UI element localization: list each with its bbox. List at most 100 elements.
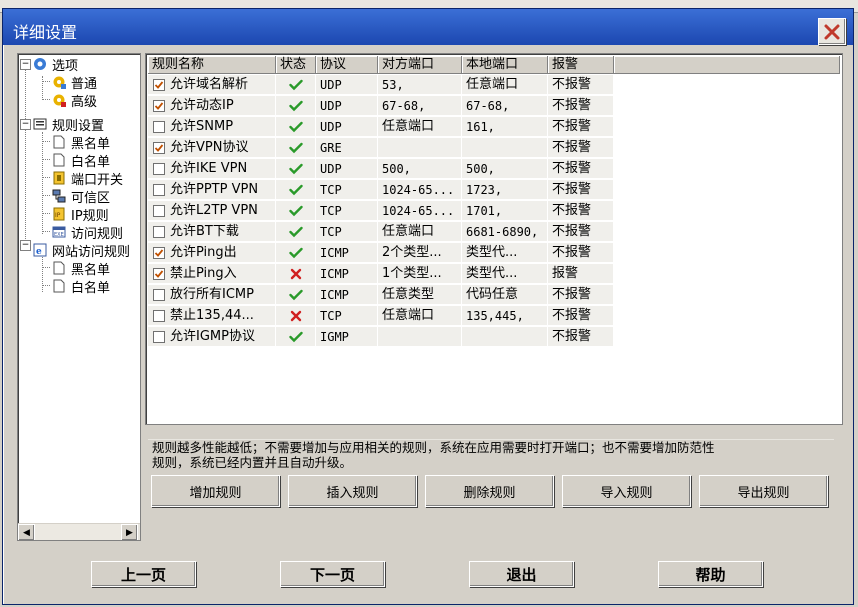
rule-name-cell: 允许SNMP <box>148 117 276 137</box>
rule-remote-port: 67-68, <box>378 96 462 116</box>
tree-item-general[interactable]: 普通 <box>52 73 97 92</box>
import-rules-button[interactable]: 导入规则 <box>562 475 691 507</box>
rule-name: 允许IKE VPN <box>170 160 248 176</box>
rule-alarm: 不报警 <box>548 327 614 347</box>
delete-rule-button[interactable]: 删除规则 <box>425 475 554 507</box>
rule-enabled-checkbox[interactable] <box>153 246 165 259</box>
status-ok-check-icon <box>288 226 303 237</box>
insert-rule-button[interactable]: 插入规则 <box>288 475 417 507</box>
rule-enabled-checkbox[interactable] <box>153 162 165 175</box>
export-rules-button[interactable]: 导出规则 <box>699 475 828 507</box>
rule-remote-port: 2个类型... <box>378 243 462 263</box>
table-row[interactable]: 允许IGMP协议 IGMP 不报警 <box>148 327 614 348</box>
column-header-alarm[interactable]: 报警 <box>548 56 614 74</box>
settings-dialog: 详细设置 − − − 选项 普通 高级 规则设置 黑名单 白名单 端口开关 可信… <box>2 8 854 605</box>
column-header-name[interactable]: 规则名称 <box>148 56 276 74</box>
collapse-toggle-web-rules[interactable]: − <box>20 240 31 251</box>
table-row[interactable]: 禁止Ping入 ICMP 1个类型... 类型代... 报警 <box>148 264 614 285</box>
table-row[interactable]: 允许SNMP UDP 任意端口 161, 不报警 <box>148 117 614 138</box>
rule-local-port: 500, <box>462 159 548 179</box>
table-row[interactable]: 允许BT下载 TCP 任意端口 6681-6890, 不报警 <box>148 222 614 243</box>
tree-item-rule-settings[interactable]: 规则设置 <box>33 115 104 134</box>
tree-item-web-access-rules[interactable]: e 网站访问规则 <box>33 241 130 260</box>
rule-enabled-checkbox[interactable] <box>153 183 165 196</box>
title-bar: 详细设置 <box>3 9 853 45</box>
rule-protocol: TCP <box>316 306 378 326</box>
scroll-right-button[interactable]: ▶ <box>121 524 138 540</box>
tree-item-trusted-zone[interactable]: 可信区 <box>52 187 110 206</box>
exit-button[interactable]: 退出 <box>469 561 574 587</box>
rule-name-cell: 允许VPN协议 <box>148 138 276 158</box>
status-ok-check-icon <box>288 205 303 216</box>
rule-name-cell: 禁止135,44... <box>148 306 276 326</box>
table-row[interactable]: 允许动态IP UDP 67-68, 67-68, 不报警 <box>148 96 614 117</box>
collapse-toggle-options[interactable]: − <box>20 59 31 70</box>
tree-item-label: 端口开关 <box>71 172 124 188</box>
rule-enabled-checkbox[interactable] <box>153 330 165 343</box>
rule-name-cell: 允许BT下载 <box>148 222 276 242</box>
help-button[interactable]: 帮助 <box>658 561 763 587</box>
rule-remote-port: 任意类型 <box>378 285 462 305</box>
tree-item-whitelist[interactable]: 白名单 <box>52 151 110 170</box>
rule-enabled-checkbox[interactable] <box>153 267 165 280</box>
rule-alarm: 不报警 <box>548 222 614 242</box>
table-row[interactable]: 放行所有ICMP ICMP 任意类型 代码任意 不报警 <box>148 285 614 306</box>
table-row[interactable]: 允许IKE VPN UDP 500, 500, 不报警 <box>148 159 614 180</box>
table-row[interactable]: 允许PPTP VPN TCP 1024-65... 1723, 不报警 <box>148 180 614 201</box>
tree-item-advanced[interactable]: 高级 <box>52 91 98 110</box>
tree-item-options[interactable]: 选项 <box>33 55 79 74</box>
rule-enabled-checkbox[interactable] <box>153 120 165 133</box>
rule-name: 放行所有ICMP <box>170 286 254 302</box>
rule-enabled-checkbox[interactable] <box>153 141 165 154</box>
column-header-remote-port[interactable]: 对方端口 <box>378 56 462 74</box>
rule-local-port: 1723, <box>462 180 548 200</box>
scroll-track[interactable] <box>35 524 121 540</box>
rule-enabled-checkbox[interactable] <box>153 309 165 322</box>
status-deny-x-icon <box>290 310 301 321</box>
table-row[interactable]: 允许VPN协议 GRE 不报警 <box>148 138 614 159</box>
tree-item-label: 高级 <box>71 94 98 110</box>
rule-protocol: TCP <box>316 180 378 200</box>
column-header-local-port[interactable]: 本地端口 <box>462 56 548 74</box>
rule-status-cell <box>276 159 316 179</box>
status-ok-check-icon <box>288 289 303 300</box>
rule-enabled-checkbox[interactable] <box>153 78 165 91</box>
add-rule-button[interactable]: 增加规则 <box>151 475 280 507</box>
tree-item-access-rules[interactable]: EXE 访问规则 <box>52 223 123 242</box>
rule-status-cell <box>276 264 316 284</box>
rule-enabled-checkbox[interactable] <box>153 204 165 217</box>
rule-remote-port <box>378 327 462 347</box>
table-row[interactable]: 禁止135,44... TCP 任意端口 135,445, 不报警 <box>148 306 614 327</box>
collapse-toggle-rules[interactable]: − <box>20 119 31 130</box>
column-header-protocol[interactable]: 协议 <box>316 56 378 74</box>
rule-status-cell <box>276 327 316 347</box>
rule-remote-port: 500, <box>378 159 462 179</box>
tree-item-web-whitelist[interactable]: 白名单 <box>52 277 110 296</box>
tree-item-web-blacklist[interactable]: 黑名单 <box>52 259 110 278</box>
tree-item-label: 选项 <box>52 58 79 74</box>
tree-item-port-switch[interactable]: 端口开关 <box>52 169 124 188</box>
status-ok-check-icon <box>288 247 303 258</box>
table-row[interactable]: 允许Ping出 ICMP 2个类型... 类型代... 不报警 <box>148 243 614 264</box>
tree-horizontal-scrollbar[interactable]: ◀ ▶ <box>18 523 140 540</box>
arrow-right-icon: ▶ <box>126 527 133 538</box>
scroll-left-button[interactable]: ◀ <box>18 524 35 540</box>
rule-status-cell <box>276 201 316 221</box>
close-button[interactable] <box>818 18 846 45</box>
tree-item-ip-rules[interactable]: IP IP规则 <box>52 205 109 224</box>
rule-name: 允许L2TP VPN <box>170 202 258 218</box>
table-row[interactable]: 允许域名解析 UDP 53, 任意端口 不报警 <box>148 75 614 96</box>
column-header-status[interactable]: 状态 <box>276 56 316 74</box>
rule-enabled-checkbox[interactable] <box>153 99 165 112</box>
rule-local-port: 类型代... <box>462 243 548 263</box>
next-page-button[interactable]: 下一页 <box>280 561 385 587</box>
tree-item-blacklist[interactable]: 黑名单 <box>52 133 110 152</box>
rule-remote-port: 1个类型... <box>378 264 462 284</box>
rule-status-cell <box>276 138 316 158</box>
rule-local-port: 任意端口 <box>462 75 548 95</box>
rule-enabled-checkbox[interactable] <box>153 288 165 301</box>
table-row[interactable]: 允许L2TP VPN TCP 1024-65... 1701, 不报警 <box>148 201 614 222</box>
help-note-line1: 规则越多性能越低；不需要增加与应用相关的规则，系统在应用需要时打开端口；也不需要… <box>152 440 715 455</box>
rule-enabled-checkbox[interactable] <box>153 225 165 238</box>
prev-page-button[interactable]: 上一页 <box>91 561 196 587</box>
